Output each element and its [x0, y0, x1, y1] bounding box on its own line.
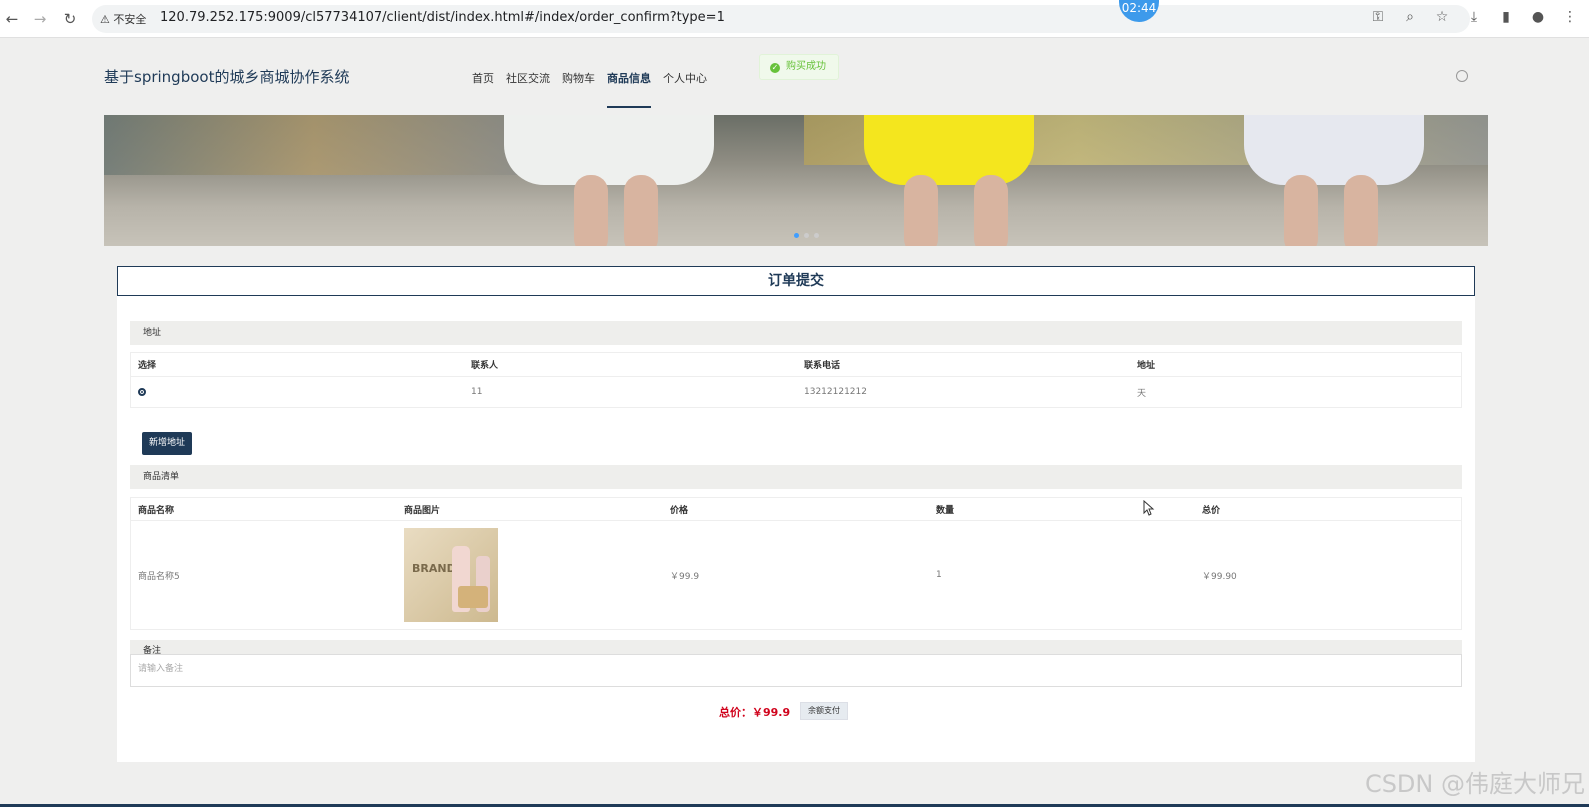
forward-icon[interactable]: →: [30, 9, 50, 29]
nav-home[interactable]: 首页: [472, 70, 494, 108]
insecure-label: 不安全: [113, 13, 147, 26]
nav-products[interactable]: 商品信息: [607, 70, 651, 108]
toast-text: 购买成功: [786, 61, 826, 72]
carousel-dot[interactable]: [814, 233, 819, 238]
check-icon: ✓: [770, 63, 780, 73]
site-title[interactable]: 基于springboot的城乡商城协作系统: [104, 66, 349, 87]
total-value: ￥99.9: [752, 706, 791, 719]
profile-icon[interactable]: ●: [1529, 9, 1547, 25]
address-table: 选择 联系人 联系电话 地址 11 13212121212 天: [130, 352, 1462, 408]
price-cell: ￥99.9: [670, 571, 700, 582]
note-section-header: 备注: [130, 640, 1462, 654]
total-label: 总价：: [719, 706, 752, 719]
user-icon[interactable]: [1456, 70, 1468, 82]
back-icon[interactable]: ←: [2, 9, 22, 29]
jar-shape: [458, 586, 488, 608]
address-bar[interactable]: ⚠ 不安全 120.79.252.175:9009/cl57734107/cli…: [92, 5, 1470, 33]
nav-profile[interactable]: 个人中心: [663, 70, 707, 108]
order-total: 总价：￥99.9: [719, 704, 790, 720]
address-section-header: 地址: [130, 321, 1462, 345]
banner-background: [104, 115, 524, 175]
col-header: 联系电话: [804, 361, 841, 371]
add-address-button[interactable]: 新增地址: [142, 432, 192, 455]
col-header: 商品图片: [404, 505, 441, 516]
watermark: CSDN @伟庭大师兄: [1364, 770, 1585, 798]
page-title: 订单提交: [117, 266, 1475, 296]
carousel-dot[interactable]: [794, 233, 799, 238]
select-cell: [131, 377, 464, 407]
banner-leg: [574, 175, 608, 246]
goods-table: 商品名称 商品图片 价格 数量 总价 商品名称5 BRAND ￥99.9 1 ￥…: [130, 497, 1462, 630]
phone-cell: 13212121212: [804, 387, 867, 397]
col-header: 联系人: [471, 361, 499, 371]
col-header: 总价: [1202, 505, 1221, 516]
success-toast: ✓ 购买成功: [759, 54, 839, 80]
mouse-cursor-icon: [1143, 500, 1155, 516]
note-textarea[interactable]: 请输入备注: [130, 654, 1462, 687]
download-icon[interactable]: ⤓: [1465, 9, 1483, 25]
nav-cart[interactable]: 购物车: [562, 70, 595, 108]
product-name-cell: 商品名称5: [138, 571, 180, 582]
table-row[interactable]: 11 13212121212 天: [131, 377, 1461, 407]
col-header: 商品名称: [138, 505, 175, 516]
browser-actions: ⚿ ⌕ ☆ ⤓ ▮ ● ⋮: [1369, 9, 1579, 25]
banner-figure-light-dress: [1244, 115, 1424, 185]
col-header: 选择: [138, 361, 157, 371]
nav-community[interactable]: 社区交流: [506, 70, 550, 108]
key-icon[interactable]: ⚿: [1369, 9, 1387, 25]
table-header-row: 商品名称 商品图片 价格 数量 总价: [131, 498, 1461, 521]
qty-cell: 1: [936, 570, 942, 580]
balance-pay-button[interactable]: 余额支付: [800, 702, 848, 720]
goods-section-header: 商品清单: [130, 465, 1462, 489]
insecure-indicator[interactable]: ⚠ 不安全: [100, 11, 146, 27]
table-header-row: 选择 联系人 联系电话 地址: [131, 353, 1461, 377]
order-card: 订单提交 地址 选择 联系人 联系电话 地址 11 13212121212 天 …: [117, 266, 1475, 762]
table-row: 商品名称5 BRAND ￥99.9 1 ￥99.90: [131, 521, 1461, 629]
contact-cell: 11: [471, 387, 483, 397]
col-header: 价格: [670, 505, 689, 516]
carousel-indicators: [794, 233, 819, 238]
main-nav: 首页 社区交流 购物车 商品信息 个人中心: [472, 70, 707, 108]
col-header: 数量: [936, 505, 955, 516]
address-radio[interactable]: [138, 388, 146, 396]
banner-leg: [1284, 175, 1318, 246]
reload-icon[interactable]: ↻: [60, 9, 80, 29]
banner-carousel[interactable]: [104, 115, 1488, 246]
banner-leg: [904, 175, 938, 246]
carousel-dot[interactable]: [804, 233, 809, 238]
product-image-cell: BRAND: [397, 521, 663, 629]
sidepanel-icon[interactable]: ▮: [1497, 9, 1515, 25]
col-header: 地址: [1137, 361, 1156, 371]
address-cell: 天: [1137, 388, 1147, 399]
zoom-icon[interactable]: ⌕: [1401, 9, 1419, 25]
browser-toolbar: ← → ↻ ⚠ 不安全 120.79.252.175:9009/cl577341…: [0, 0, 1589, 38]
row-total-cell: ￥99.90: [1202, 571, 1237, 582]
product-brand-text: BRAND: [412, 562, 456, 575]
url-text[interactable]: 120.79.252.175:9009/cl57734107/client/di…: [160, 10, 725, 25]
menu-icon[interactable]: ⋮: [1561, 9, 1579, 25]
banner-figure-yellow-dress: [864, 115, 1034, 185]
star-icon[interactable]: ☆: [1433, 9, 1451, 25]
banner-leg: [624, 175, 658, 246]
banner-leg: [1344, 175, 1378, 246]
product-image[interactable]: BRAND: [404, 528, 498, 622]
banner-figure-white-dress: [504, 115, 714, 185]
banner-leg: [974, 175, 1008, 246]
